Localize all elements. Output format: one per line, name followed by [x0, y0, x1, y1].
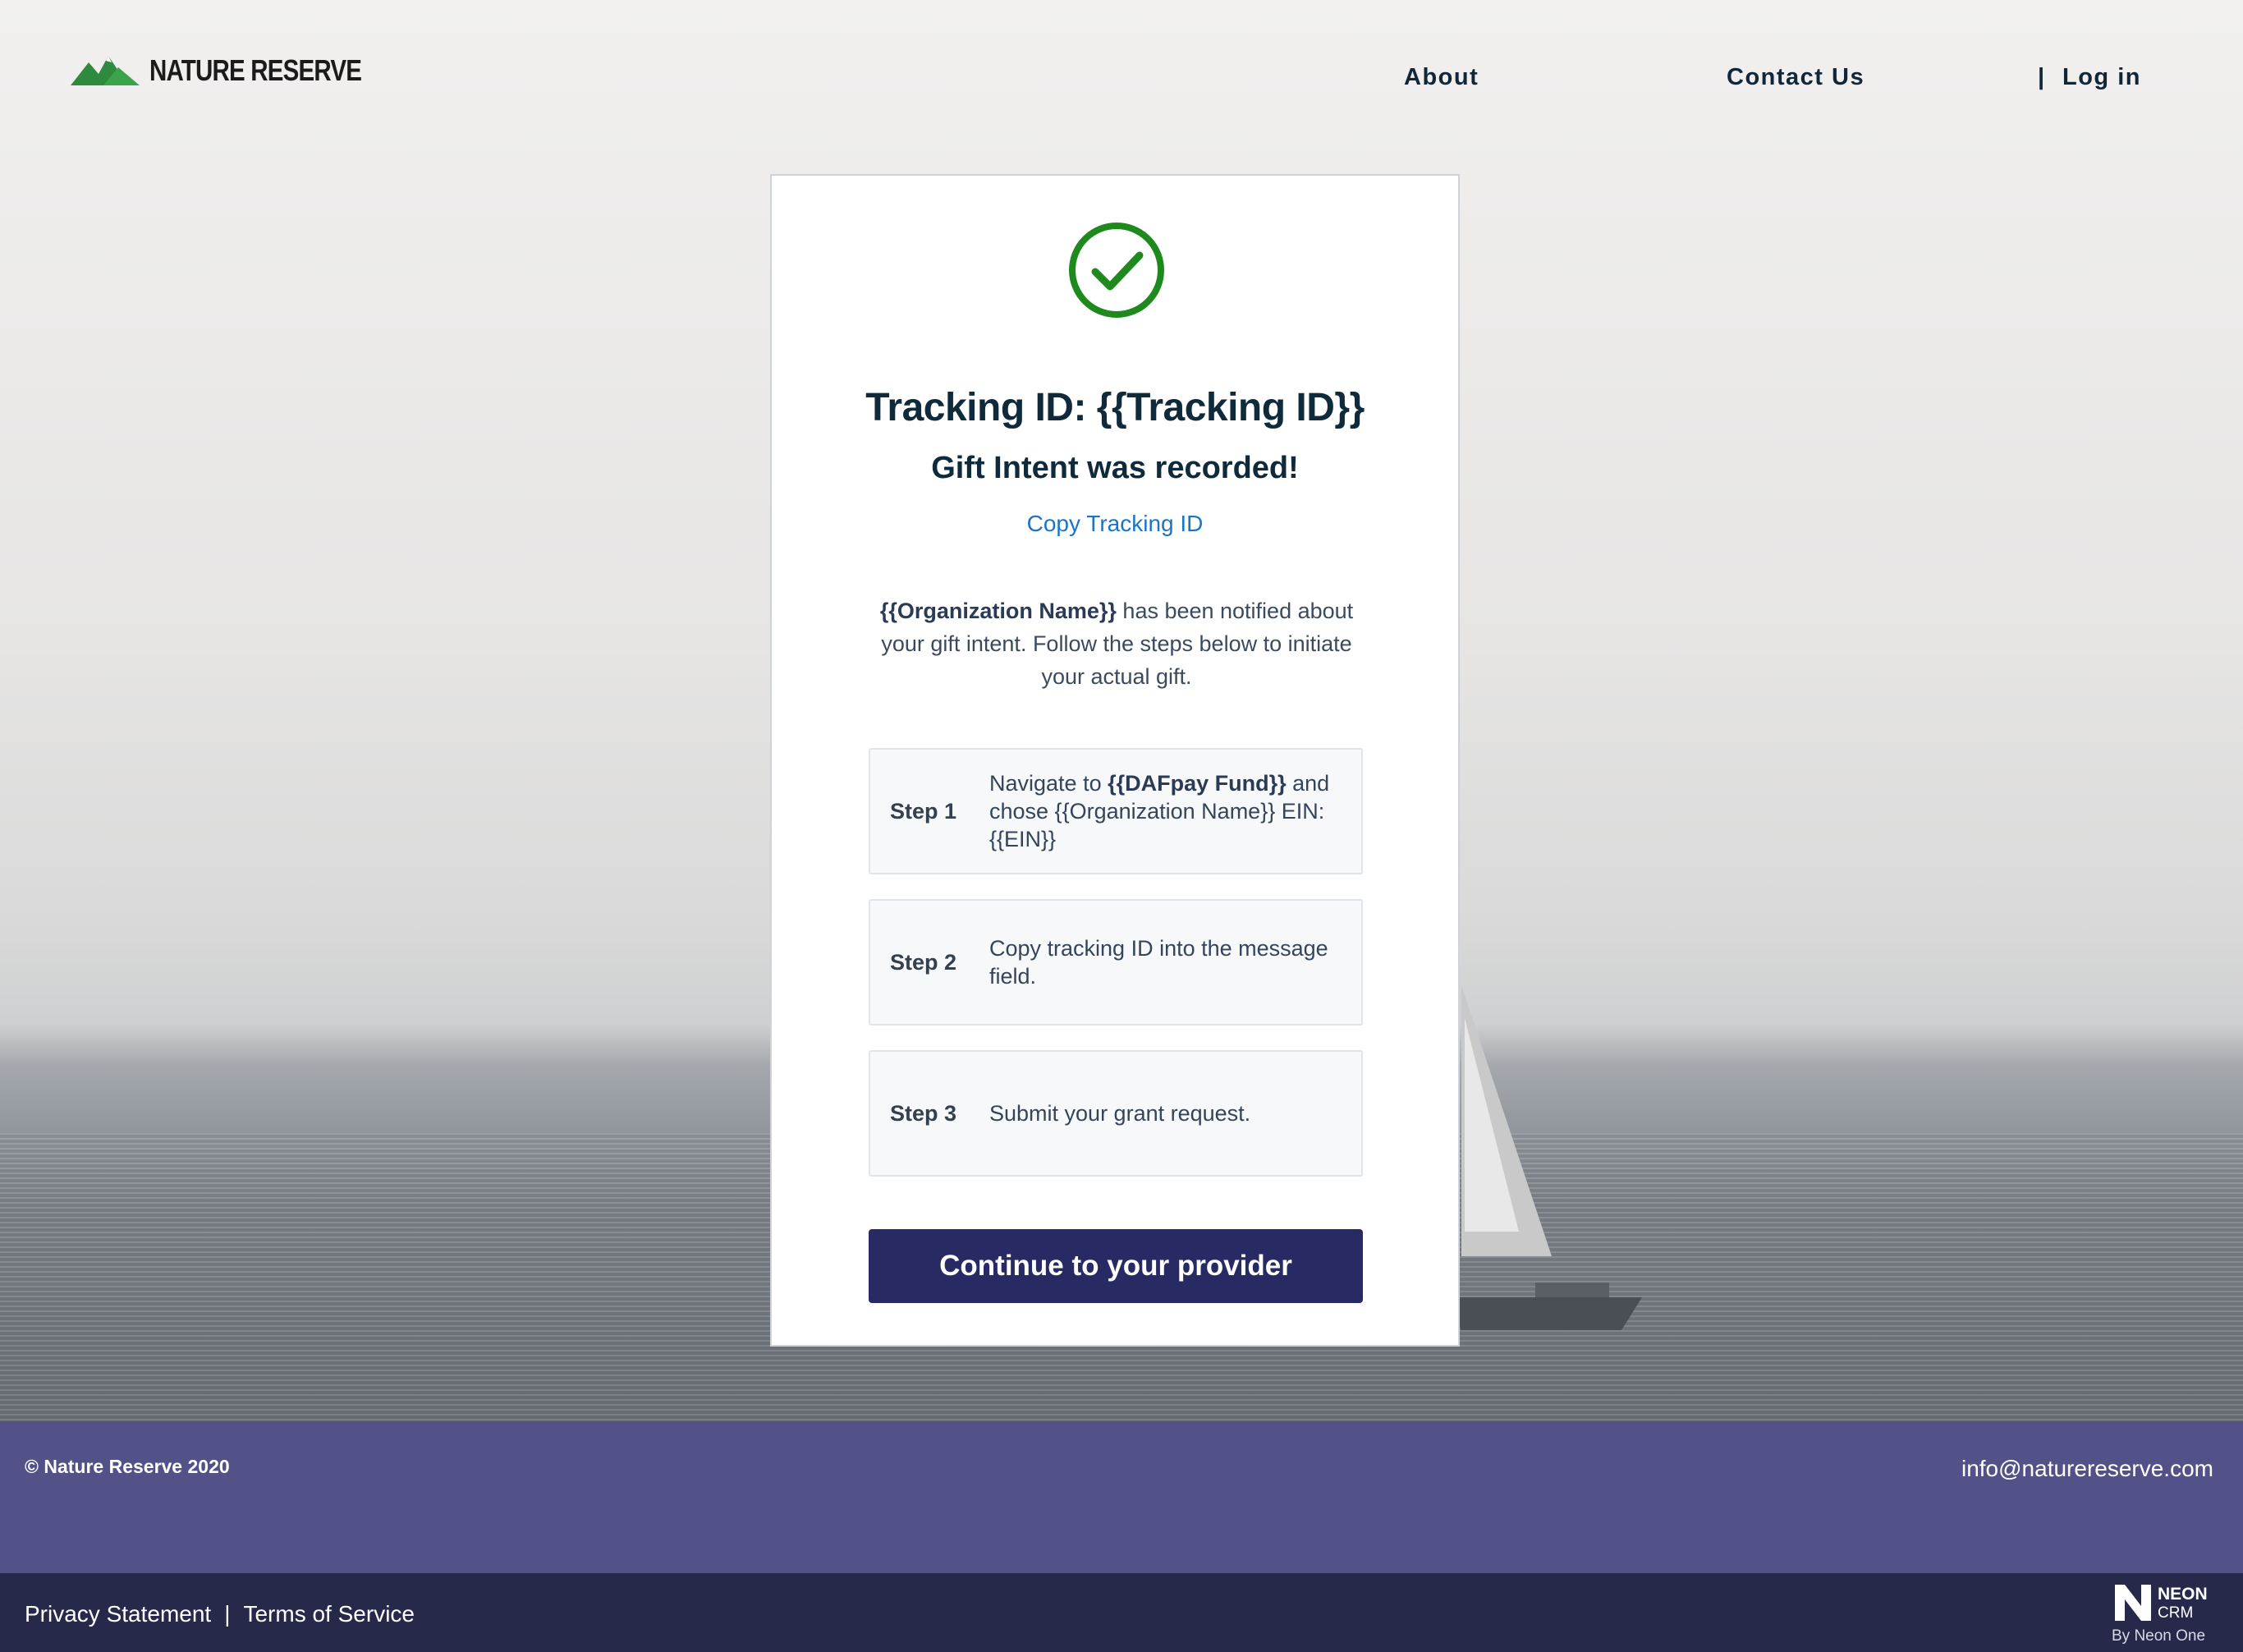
- crm-wordmark: CRM: [2158, 1604, 2194, 1622]
- neon-wordmark: NEON: [2158, 1585, 2208, 1604]
- by-neon-one-text: By Neon One: [2112, 1627, 2206, 1645]
- step-card-2: Step 2 Copy tracking ID into the message…: [869, 899, 1363, 1026]
- step-text: Submit your grant request.: [989, 1101, 1251, 1126]
- privacy-statement-link[interactable]: Privacy Statement: [25, 1601, 211, 1627]
- mountain-logo-icon: [71, 56, 140, 85]
- continue-to-provider-button[interactable]: Continue to your provider: [869, 1229, 1363, 1303]
- footer-legal-bar: Privacy Statement | Terms of Service NEO…: [0, 1573, 2243, 1652]
- footer: © Nature Reserve 2020 info@naturereserve…: [0, 1421, 2243, 1573]
- confirmation-card: Tracking ID: {{Tracking ID}} Gift Intent…: [770, 174, 1460, 1347]
- logo-text: NATURE RESERVE: [149, 53, 362, 87]
- notification-text: {{Organization Name}} has been notified …: [870, 594, 1363, 693]
- tracking-id-title: Tracking ID: {{Tracking ID}}: [865, 386, 1365, 429]
- nav-contact-us[interactable]: Contact Us: [1727, 64, 1865, 91]
- step-text: Copy tracking ID into the message field.: [989, 936, 1328, 989]
- dafpay-fund-name: {{DAFpay Fund}}: [1108, 771, 1287, 796]
- step-label: Step 3: [890, 1100, 957, 1126]
- step-text-part: Navigate to: [989, 771, 1108, 796]
- contact-email-link[interactable]: info@naturereserve.com: [1961, 1456, 2213, 1482]
- step-text: Navigate to {{DAFpay Fund}} and chose {{…: [989, 769, 1351, 853]
- neon-crm-logo-icon: [2115, 1585, 2151, 1621]
- organization-name: {{Organization Name}}: [879, 599, 1117, 623]
- legal-separator: |: [224, 1601, 231, 1627]
- step-card-3: Step 3 Submit your grant request.: [869, 1050, 1363, 1177]
- terms-of-service-link[interactable]: Terms of Service: [243, 1601, 415, 1627]
- legal-links: Privacy Statement | Terms of Service: [25, 1601, 415, 1627]
- site-logo[interactable]: NATURE RESERVE: [71, 53, 408, 89]
- check-circle-icon: [1069, 223, 1164, 318]
- step-label: Step 1: [890, 798, 957, 824]
- gift-intent-subtitle: Gift Intent was recorded!: [931, 451, 1299, 485]
- nav-log-in[interactable]: Log in: [2062, 64, 2141, 91]
- step-card-1: Step 1 Navigate to {{DAFpay Fund}} and c…: [869, 748, 1363, 874]
- nav-separator: |: [2038, 64, 2045, 90]
- sailboat-image: [1445, 985, 1642, 1330]
- neon-crm-logo[interactable]: NEON CRM By Neon One: [2112, 1581, 2218, 1647]
- copy-tracking-id-link[interactable]: Copy Tracking ID: [772, 511, 1458, 537]
- step-label: Step 2: [890, 949, 957, 975]
- nav-about[interactable]: About: [1404, 64, 1479, 91]
- copyright-text: © Nature Reserve 2020: [25, 1456, 230, 1477]
